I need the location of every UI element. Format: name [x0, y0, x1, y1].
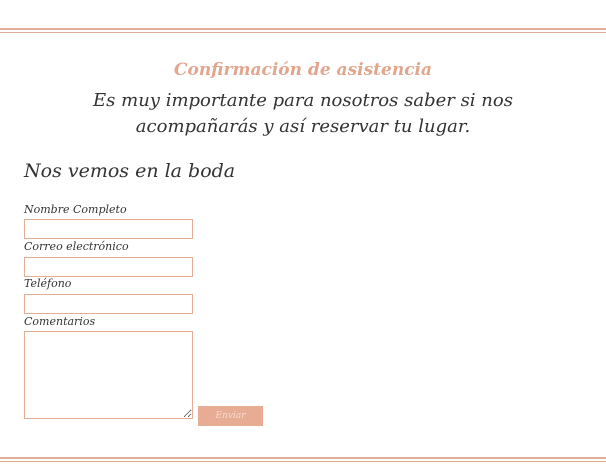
phone-label: Teléfono [24, 277, 72, 290]
top-decorative-line [0, 32, 606, 33]
send-button[interactable]: Enviar [198, 406, 263, 426]
comments-label: Comentarios [24, 315, 96, 328]
email-label: Correo electrónico [24, 240, 129, 253]
bottom-decorative-line [0, 461, 606, 462]
name-input[interactable] [24, 219, 193, 239]
comments-textarea[interactable] [24, 331, 193, 419]
intro-text: Es muy importante para nosotros saber si… [93, 90, 513, 137]
top-decorative-line [0, 28, 606, 30]
bottom-decorative-line [0, 457, 606, 459]
name-label: Nombre Completo [24, 203, 127, 216]
phone-input[interactable] [24, 294, 193, 314]
rsvp-title: Confirmación de asistencia [173, 60, 433, 80]
email-input[interactable] [24, 257, 193, 277]
section-heading: Nos vemos en la boda [24, 160, 236, 182]
